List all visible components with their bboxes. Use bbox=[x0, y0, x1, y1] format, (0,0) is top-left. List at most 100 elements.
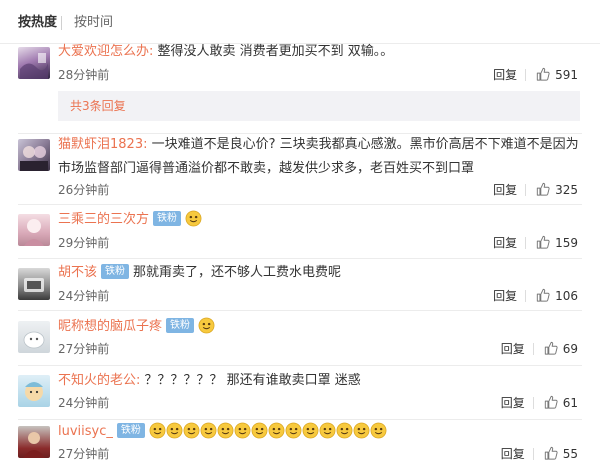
comment-body: 昵称想的脑瓜子疼 铁粉 bbox=[58, 316, 586, 338]
comment-time: 27分钟前 bbox=[58, 447, 110, 461]
smiley-face-icon bbox=[198, 317, 215, 334]
smiley-face-icon bbox=[217, 422, 234, 439]
comment-actions: 回复 591 bbox=[493, 67, 578, 83]
comment-text: 整得没人敢卖 消费者更加买不到 双输。。 bbox=[153, 44, 394, 59]
thumbs-up-icon[interactable] bbox=[536, 67, 550, 81]
smiley-face-icon bbox=[370, 422, 387, 439]
sort-by-hot-tab[interactable]: 按热度 bbox=[18, 14, 57, 32]
action-separator bbox=[532, 447, 534, 460]
reply-button[interactable]: 回复 bbox=[493, 289, 517, 303]
thumbs-up-icon[interactable] bbox=[544, 446, 558, 460]
sort-divider bbox=[61, 16, 62, 30]
comment-item: 昵称想的脑瓜子疼 铁粉 27分钟前 回复 69 bbox=[0, 315, 600, 369]
comment-text: 那就甭卖了，还不够人工费水电费呢 bbox=[133, 265, 342, 280]
thumbs-up-icon[interactable] bbox=[544, 341, 558, 355]
thumbs-up-icon[interactable] bbox=[536, 235, 550, 249]
reply-button[interactable]: 回复 bbox=[493, 236, 517, 250]
comment-text: ？？？？？？ 那还有谁敢卖口罩 迷惑 bbox=[140, 373, 361, 388]
username-link[interactable]: 不知火的老公: bbox=[58, 373, 140, 388]
avatar[interactable] bbox=[18, 47, 50, 79]
divider bbox=[18, 310, 582, 311]
divider bbox=[18, 258, 582, 259]
smiley-face-icon bbox=[200, 422, 217, 439]
comment-item: 胡不该 铁粉 那就甭卖了，还不够人工费水电费呢 24分钟前 回复 106 bbox=[0, 260, 600, 314]
smiley-face-icon bbox=[234, 422, 251, 439]
avatar[interactable] bbox=[18, 321, 50, 353]
thumbs-up-icon[interactable] bbox=[536, 288, 550, 302]
smiley-face-icon bbox=[149, 422, 166, 439]
divider bbox=[18, 365, 582, 366]
comment-time: 24分钟前 bbox=[58, 289, 110, 303]
reply-button[interactable]: 回复 bbox=[501, 396, 525, 410]
username-link[interactable]: 三乘三的三次方 bbox=[58, 212, 149, 227]
reply-button[interactable]: 回复 bbox=[493, 183, 517, 197]
comment-body: 不知火的老公: ？？？？？？ 那还有谁敢卖口罩 迷惑 bbox=[58, 370, 586, 392]
smiley-face-icon bbox=[251, 422, 268, 439]
comment-item: 三乘三的三次方 铁粉 29分钟前 回复 159 bbox=[0, 207, 600, 261]
username-link[interactable]: 昵称想的脑瓜子疼 bbox=[58, 319, 162, 334]
action-separator bbox=[525, 236, 527, 249]
comment-body: 三乘三的三次方 铁粉 bbox=[58, 209, 586, 231]
fan-badge: 铁粉 bbox=[153, 210, 182, 226]
smiley-face-icon bbox=[319, 422, 336, 439]
comment-time: 27分钟前 bbox=[58, 342, 110, 356]
like-count: 106 bbox=[555, 289, 578, 303]
avatar[interactable] bbox=[18, 426, 50, 458]
like-count: 159 bbox=[555, 236, 578, 250]
divider bbox=[18, 204, 582, 205]
username-link[interactable]: luviisyc_ bbox=[58, 424, 113, 439]
comment-actions: 回复 159 bbox=[493, 235, 578, 251]
smiley-face-icon bbox=[285, 422, 302, 439]
reply-button[interactable]: 回复 bbox=[493, 68, 517, 82]
view-replies-link[interactable]: 共3条回复 bbox=[58, 91, 580, 121]
smiley-face-icon bbox=[183, 422, 200, 439]
thumbs-up-icon[interactable] bbox=[536, 182, 550, 196]
comment-body: 猫默虾泪1823: 一块难道不是良心价? 三块卖我都真心感激。黑市价高居不下难道… bbox=[58, 133, 586, 181]
smiley-face-icon bbox=[268, 422, 285, 439]
username-link[interactable]: 猫默虾泪1823: bbox=[58, 137, 147, 152]
avatar[interactable] bbox=[18, 214, 50, 246]
avatar[interactable] bbox=[18, 375, 50, 407]
username-link[interactable]: 大爱欢迎怎么办: bbox=[58, 44, 153, 59]
like-count: 61 bbox=[562, 396, 578, 410]
action-separator bbox=[525, 68, 527, 81]
comment-item: luviisyc_ 铁粉 27分钟前 回复 55 bbox=[0, 420, 600, 469]
fan-badge: 铁粉 bbox=[166, 317, 195, 333]
comment-body: 胡不该 铁粉 那就甭卖了，还不够人工费水电费呢 bbox=[58, 262, 586, 284]
action-separator bbox=[532, 396, 534, 409]
comment-body: luviisyc_ 铁粉 bbox=[58, 421, 586, 443]
avatar[interactable] bbox=[18, 268, 50, 300]
smiley-face-icon bbox=[336, 422, 353, 439]
comment-body: 大爱欢迎怎么办: 整得没人敢卖 消费者更加买不到 双输。。 bbox=[58, 41, 586, 63]
thumbs-up-icon[interactable] bbox=[544, 395, 558, 409]
comment-time: 29分钟前 bbox=[58, 236, 110, 250]
like-count: 591 bbox=[555, 68, 578, 82]
comment-actions: 回复 325 bbox=[493, 182, 578, 198]
comment-item: 猫默虾泪1823: 一块难道不是良心价? 三块卖我都真心感激。黑市价高居不下难道… bbox=[0, 133, 600, 209]
reply-button[interactable]: 回复 bbox=[501, 342, 525, 356]
comment-actions: 回复 55 bbox=[501, 446, 578, 462]
smiley-face-icon bbox=[302, 422, 319, 439]
comment-item: 不知火的老公: ？？？？？？ 那还有谁敢卖口罩 迷惑 24分钟前 回复 61 bbox=[0, 369, 600, 423]
smiley-face-icon bbox=[353, 422, 370, 439]
comment-time: 28分钟前 bbox=[58, 68, 110, 82]
action-separator bbox=[525, 289, 527, 302]
reply-button[interactable]: 回复 bbox=[501, 447, 525, 461]
action-separator bbox=[532, 342, 534, 355]
comment-time: 26分钟前 bbox=[58, 183, 110, 197]
avatar[interactable] bbox=[18, 139, 50, 171]
like-count: 55 bbox=[562, 447, 578, 461]
comment-actions: 回复 61 bbox=[501, 395, 578, 411]
comment-time: 24分钟前 bbox=[58, 396, 110, 410]
action-separator bbox=[525, 183, 527, 196]
smiley-face-icon bbox=[185, 210, 202, 227]
fan-badge: 铁粉 bbox=[116, 422, 145, 438]
like-count: 325 bbox=[555, 183, 578, 197]
comment-actions: 回复 106 bbox=[493, 288, 578, 304]
smiley-face-icon bbox=[166, 422, 183, 439]
username-link[interactable]: 胡不该 bbox=[58, 265, 97, 280]
sort-by-time-tab[interactable]: 按时间 bbox=[74, 14, 113, 32]
like-count: 69 bbox=[562, 342, 578, 356]
fan-badge: 铁粉 bbox=[101, 263, 130, 279]
comment-actions: 回复 69 bbox=[501, 341, 578, 357]
